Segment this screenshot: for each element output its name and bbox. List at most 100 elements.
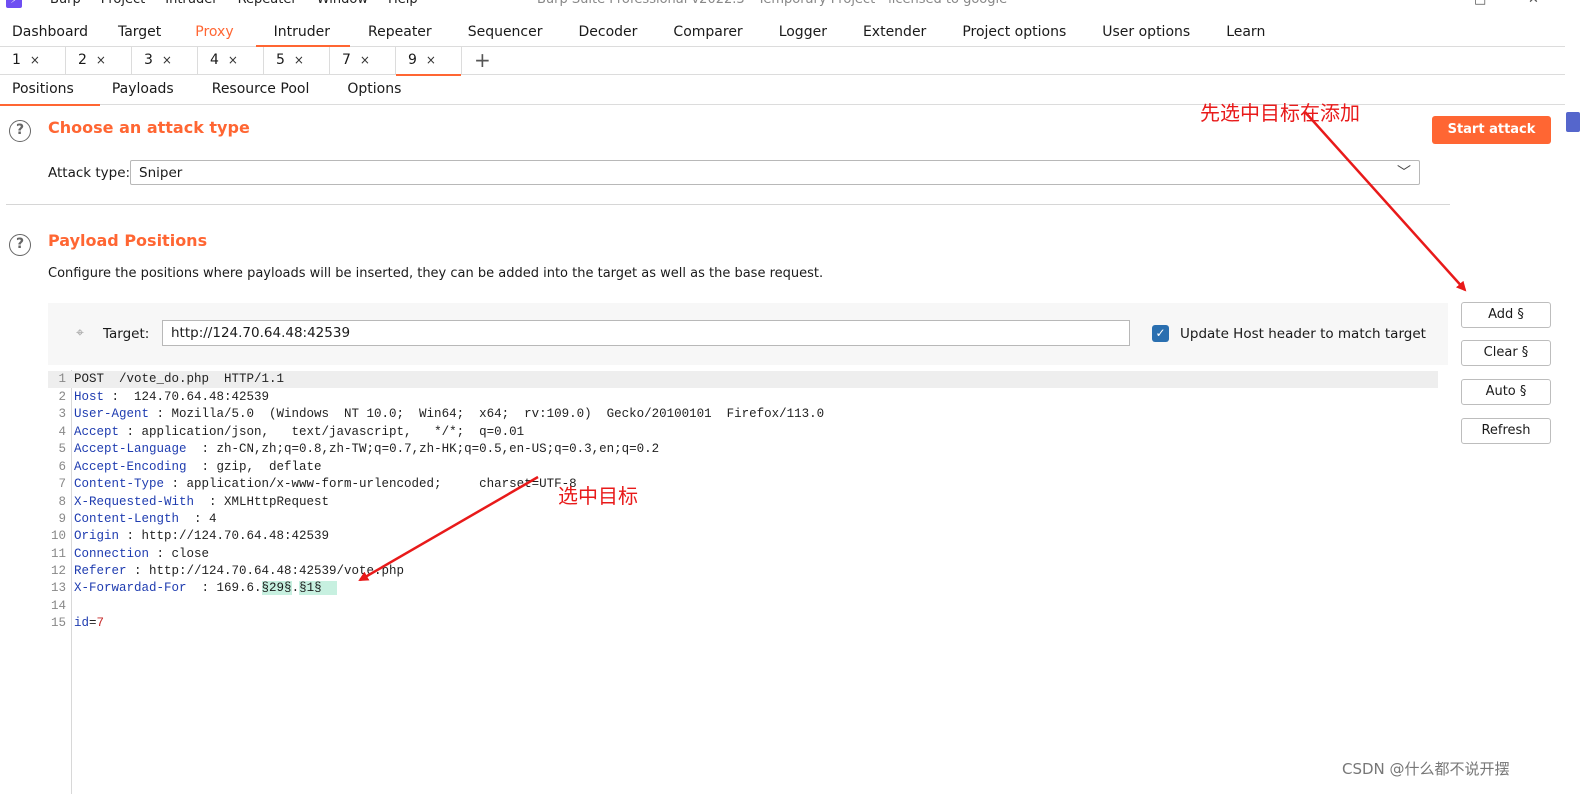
payload-positions-title: Payload Positions <box>48 231 208 250</box>
attack-tab-2[interactable]: 2 × <box>66 47 132 75</box>
line-number: 7 <box>58 477 66 491</box>
tab-sequencer[interactable]: Sequencer <box>454 19 565 47</box>
tab-resource-pool[interactable]: Resource Pool <box>200 75 322 105</box>
auto-marker-button[interactable]: Auto § <box>1461 379 1551 405</box>
header-value: : gzip, deflate <box>186 460 322 474</box>
close-tab-icon[interactable]: × <box>228 53 238 67</box>
header-line: 7 Content-Type : application/x-www-form-u… <box>48 476 1438 493</box>
close-icon[interactable]: ✕ <box>1528 0 1539 8</box>
attack-tab-3[interactable]: 3 × <box>132 47 198 75</box>
tab-extender[interactable]: Extender <box>849 19 948 47</box>
maximize-icon[interactable]: □ <box>1474 0 1486 8</box>
tab-user-options[interactable]: User options <box>1088 19 1212 47</box>
line-number: 11 <box>50 547 66 561</box>
add-marker-button[interactable]: Add § <box>1461 302 1551 328</box>
tab-target[interactable]: Target <box>100 19 181 47</box>
tab-intruder[interactable]: Intruder <box>255 19 351 47</box>
line-number: 14 <box>50 599 66 613</box>
blank-line: 14 <box>48 598 1438 615</box>
attack-type-title: Choose an attack type <box>48 118 250 137</box>
header-value: : http://124.70.64.48:42539/vote.php <box>126 564 405 578</box>
attack-tab-9[interactable]: 9 × <box>396 47 462 76</box>
attack-tab-label: 5 <box>276 52 285 68</box>
attack-type-select[interactable]: Sniper ﹀ <box>130 160 1420 185</box>
watermark: CSDN @什么都不说开摆 <box>1342 760 1510 778</box>
header-key: Accept-Encoding <box>74 460 187 474</box>
header-value: : 4 <box>179 512 217 526</box>
line-number: 6 <box>58 460 66 474</box>
attack-tab-7[interactable]: 7 × <box>330 47 396 75</box>
header-value: : http://124.70.64.48:42539 <box>119 529 330 543</box>
header-key: User-Agent <box>74 407 150 421</box>
header-line: 4 Accept : application/json, text/javascr… <box>48 424 1438 441</box>
clear-marker-button[interactable]: Clear § <box>1461 340 1551 366</box>
update-host-checkbox[interactable]: ✓ <box>1152 325 1169 342</box>
add-tab-icon[interactable]: + <box>462 47 502 75</box>
tab-logger[interactable]: Logger <box>765 19 849 47</box>
payload-marker[interactable]: §1§ <box>299 581 322 595</box>
menu-help[interactable]: Help <box>378 0 428 8</box>
attack-type-value: Sniper <box>139 165 183 181</box>
tab-proxy[interactable]: Proxy <box>181 19 255 47</box>
payload-marker[interactable]: §29§ <box>261 581 292 595</box>
line-number: 1 <box>58 372 66 386</box>
tab-comparer[interactable]: Comparer <box>659 19 764 47</box>
menu-repeater[interactable]: Repeater <box>228 0 307 8</box>
header-value: : XMLHttpRequest <box>194 495 330 509</box>
annotation-mid: 选中目标 <box>558 484 638 508</box>
side-marker <box>1566 112 1580 132</box>
attack-tab-label: 9 <box>408 52 417 68</box>
close-tab-icon[interactable]: × <box>162 53 172 67</box>
header-line: 2 Host : 124.70.64.48:42539 <box>48 389 1438 406</box>
header-key: Referer <box>74 564 127 578</box>
menu-window[interactable]: Window <box>307 0 378 8</box>
header-value: : close <box>149 547 210 561</box>
line-number: 9 <box>58 512 66 526</box>
attack-tab-label: 1 <box>12 52 21 68</box>
help-icon[interactable]: ? <box>9 234 31 256</box>
intruder-attack-tabs: 1 × 2 × 3 × 4 × 5 × 7 × 9 × + <box>0 47 1565 76</box>
header-key: Content-Type <box>74 477 165 491</box>
header-key: Origin <box>74 529 120 543</box>
tab-learn[interactable]: Learn <box>1212 19 1287 47</box>
line-number: 15 <box>50 616 66 630</box>
tab-options[interactable]: Options <box>335 75 413 105</box>
attack-type-label: Attack type: <box>48 165 131 181</box>
close-tab-icon[interactable]: × <box>294 53 304 67</box>
header-line: 5 Accept-Language : zh-CN,zh;q=0.8,zh-TW;… <box>48 441 1438 458</box>
tab-payloads[interactable]: Payloads <box>100 75 186 105</box>
close-tab-icon[interactable]: × <box>426 53 436 67</box>
line-number: 8 <box>58 495 66 509</box>
tab-repeater[interactable]: Repeater <box>350 19 454 47</box>
help-icon[interactable]: ? <box>9 120 31 142</box>
header-line: 8 X-Requested-With : XMLHttpRequest <box>48 494 1438 511</box>
close-tab-icon[interactable]: × <box>96 53 106 67</box>
start-attack-button[interactable]: Start attack <box>1432 116 1551 144</box>
tab-positions[interactable]: Positions <box>0 75 100 106</box>
header-line: 9 Content-Length : 4 <box>48 511 1438 528</box>
payload-positions-description: Configure the positions where payloads w… <box>48 266 824 281</box>
tab-dashboard[interactable]: Dashboard <box>0 19 100 47</box>
header-line: 13 X-Forwardad-For : 169.6.§29§.§1§ <box>48 580 1438 597</box>
tab-decoder[interactable]: Decoder <box>565 19 660 47</box>
header-key: Host <box>74 390 105 404</box>
attack-tab-4[interactable]: 4 × <box>198 47 264 75</box>
attack-tab-1[interactable]: 1 × <box>0 47 66 75</box>
target-input[interactable] <box>162 320 1130 346</box>
menu-burp[interactable]: Burp <box>40 0 91 8</box>
close-tab-icon[interactable]: × <box>360 53 370 67</box>
close-tab-icon[interactable]: × <box>30 53 40 67</box>
attack-tab-5[interactable]: 5 × <box>264 47 330 75</box>
header-line: 6 Accept-Encoding : gzip, deflate <box>48 459 1438 476</box>
line-number: 13 <box>50 581 66 595</box>
line-number: 2 <box>58 390 66 404</box>
refresh-button[interactable]: Refresh <box>1461 418 1551 444</box>
header-line: 10 Origin : http://124.70.64.48:42539 <box>48 528 1438 545</box>
menu-intruder[interactable]: Intruder <box>155 0 227 8</box>
header-value: : application/json, text/javascript, */*… <box>119 425 525 439</box>
tab-project-options[interactable]: Project options <box>948 19 1088 47</box>
section-divider <box>6 204 1450 205</box>
body-line: 15 id=7 <box>48 615 1438 632</box>
header-value: : 124.70.64.48:42539 <box>104 390 270 404</box>
menu-project[interactable]: Project <box>91 0 155 8</box>
